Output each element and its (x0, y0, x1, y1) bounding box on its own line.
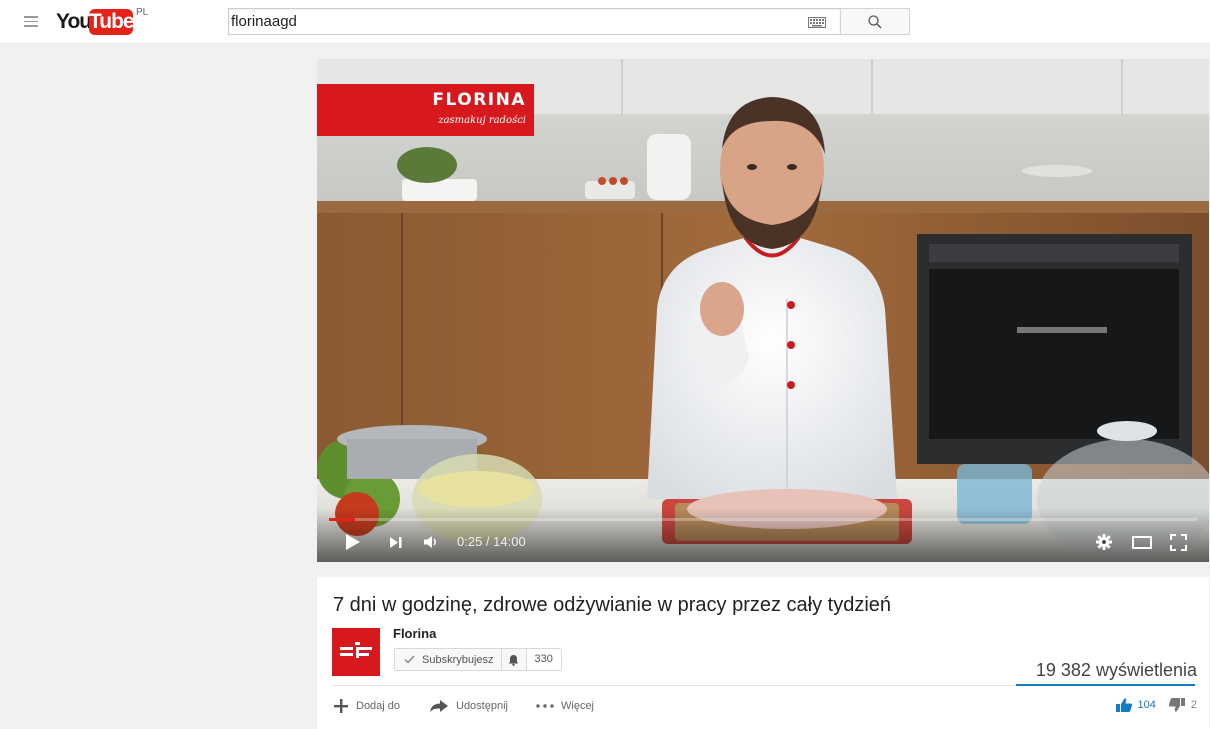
add-to-button[interactable]: Dodaj do (333, 696, 400, 716)
time-display: 0:25 / 14:00 (457, 534, 526, 549)
play-icon[interactable] (345, 533, 361, 551)
plus-icon (334, 699, 348, 713)
subscribe-label: Subskrybujesz (422, 653, 494, 666)
like-dislike-group: 104 2 (1115, 697, 1197, 713)
view-count: 19 382 wyświetlenia (1035, 660, 1197, 680)
bell-icon (508, 654, 519, 666)
share-button[interactable]: Udostępnij (429, 696, 508, 716)
search-icon (868, 15, 882, 29)
theater-mode-icon[interactable] (1132, 536, 1152, 549)
thumbs-up-icon (1115, 698, 1132, 712)
menu-icon-bar (24, 20, 38, 22)
check-icon (404, 655, 415, 664)
share-icon (430, 700, 448, 712)
progress-played (329, 518, 356, 521)
brand-tagline: zasmakuj radości (438, 115, 526, 126)
search-button[interactable] (840, 8, 910, 35)
florina-logo-icon (340, 642, 372, 658)
like-ratio-bar (1016, 684, 1195, 686)
add-to-label: Dodaj do (356, 700, 401, 712)
volume-icon[interactable] (423, 535, 439, 549)
like-button[interactable]: 104 (1115, 697, 1156, 713)
channel-name[interactable]: Florina (393, 626, 436, 641)
brand-watermark: FLORINA zasmakuj radości (317, 84, 534, 136)
video-info-card: 7 dni w godzinę, zdrowe odżywianie w pra… (317, 577, 1209, 729)
share-label: Udostępnij (456, 700, 508, 712)
logo-you-text: You (56, 10, 92, 33)
video-player[interactable]: FLORINA zasmakuj radości 0:25 / 14:00 (317, 59, 1209, 562)
dislike-button[interactable]: 2 (1168, 697, 1197, 713)
player-controls: 0:25 / 14:00 (317, 508, 1209, 562)
keyboard-icon[interactable] (808, 17, 826, 28)
guide-menu-button[interactable] (24, 13, 38, 29)
thumbs-down-icon (1168, 698, 1185, 712)
like-count: 104 (1137, 699, 1156, 711)
next-icon[interactable] (389, 536, 403, 549)
subscriber-count: 330 (526, 649, 561, 670)
brand-name: FLORINA (432, 90, 526, 110)
progress-bar[interactable] (329, 518, 1197, 521)
search-input[interactable] (231, 10, 791, 33)
masthead: You Tube PL (0, 0, 1210, 44)
more-icon (536, 704, 554, 708)
search-box (228, 8, 840, 35)
menu-icon-bar (24, 16, 38, 18)
logo-tube-text: Tube (89, 9, 135, 35)
video-title: 7 dni w godzinę, zdrowe odżywianie w pra… (333, 594, 892, 616)
subscribed-button[interactable]: Subskrybujesz (395, 649, 502, 670)
fullscreen-icon[interactable] (1170, 534, 1187, 551)
notification-bell-button[interactable] (502, 649, 527, 670)
menu-icon-bar (24, 25, 38, 27)
more-label: Więcej (561, 700, 595, 712)
logo-country-code: PL (136, 7, 149, 18)
subscribe-group: Subskrybujesz 330 (394, 648, 562, 671)
channel-avatar[interactable] (332, 628, 380, 676)
more-button[interactable]: Więcej (536, 696, 594, 716)
dislike-count: 2 (1190, 699, 1197, 711)
settings-icon[interactable] (1096, 534, 1112, 550)
